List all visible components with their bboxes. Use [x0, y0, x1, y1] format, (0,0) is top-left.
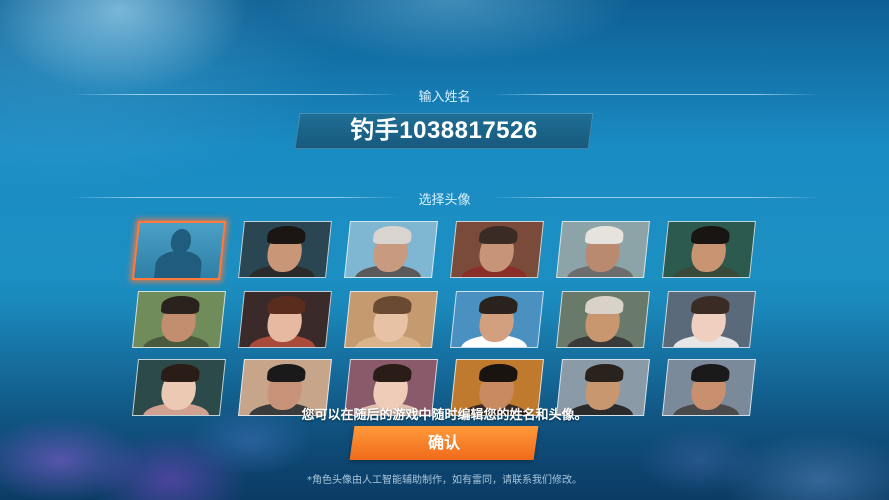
- avatar-option-elder-woman-1[interactable]: [450, 221, 544, 278]
- avatar-option-man-1[interactable]: [238, 221, 332, 278]
- avatar-hair: [266, 296, 307, 314]
- avatar-hair: [372, 226, 413, 244]
- avatar-grid: [131, 221, 757, 416]
- avatar-option-elder-man-2[interactable]: [556, 221, 650, 278]
- avatar-hair: [584, 226, 625, 244]
- confirm-button[interactable]: [349, 426, 539, 460]
- avatar-option-man-5[interactable]: [556, 291, 650, 348]
- silhouette-body-icon: [153, 251, 203, 280]
- ai-disclaimer-text: *角色头像由人工智能辅助制作，如有雷同，请联系我们修改。: [307, 475, 582, 486]
- avatar-option-man-4[interactable]: [450, 291, 544, 348]
- silhouette-head-icon: [169, 229, 193, 253]
- avatar-hair: [478, 226, 519, 244]
- avatar-option-silhouette[interactable]: [131, 221, 227, 280]
- name-divider-right: [490, 94, 820, 95]
- avatar-hair: [266, 364, 307, 382]
- avatar-hair: [584, 296, 625, 314]
- avatar-hair: [584, 364, 625, 382]
- avatar-option-man-3[interactable]: [132, 291, 226, 348]
- edit-hint-text: 您可以在随后的游戏中随时编辑您的姓名和头像。: [301, 408, 588, 423]
- avatar-hair: [160, 296, 201, 314]
- name-section-label: 输入姓名: [418, 90, 471, 105]
- avatar-hair: [372, 296, 413, 314]
- avatar-section-label: 选择头像: [418, 193, 471, 208]
- avatar-hair: [478, 296, 519, 314]
- player-name-value[interactable]: 钓手1038817526: [297, 113, 591, 149]
- avatar-hair: [478, 364, 519, 382]
- avatar-option-elder-man-1[interactable]: [344, 221, 438, 278]
- avatar-hair: [690, 296, 731, 314]
- avatar-hair: [266, 226, 307, 244]
- avatar-hair: [690, 364, 731, 382]
- avatar-option-woman-3[interactable]: [662, 291, 756, 348]
- avatar-hair: [372, 364, 413, 382]
- avatar-option-man-2[interactable]: [662, 221, 756, 278]
- avatar-hair: [160, 364, 201, 382]
- avatar-hair: [690, 226, 731, 244]
- avatar-divider-right: [490, 197, 820, 198]
- avatar-option-woman-1[interactable]: [238, 291, 332, 348]
- avatar-option-woman-2[interactable]: [344, 291, 438, 348]
